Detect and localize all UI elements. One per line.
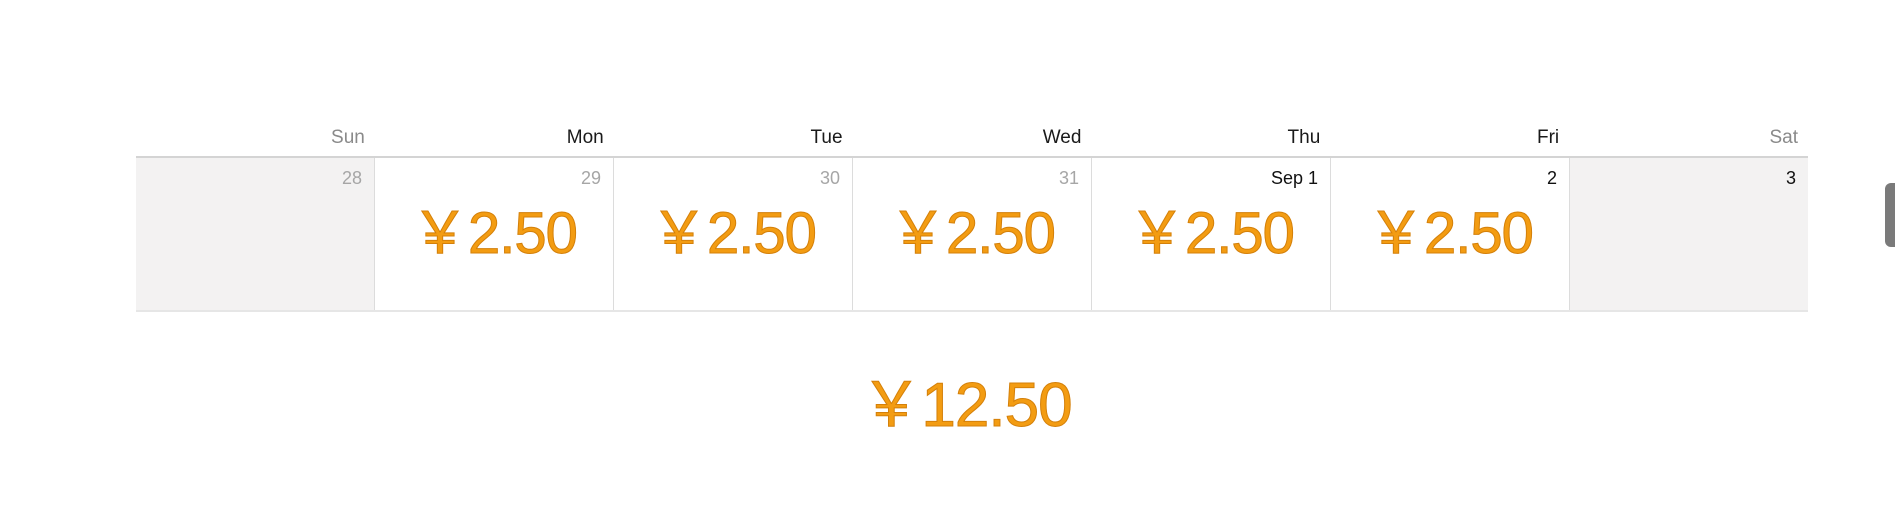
day-cells-row: 28 29 ￥2.50 30 ￥2.50 31 ￥2.50 Sep 1 ￥2.5… — [136, 158, 1808, 312]
calendar-week-view: Sun Mon Tue Wed Thu Fri Sat 28 29 ￥2.50 … — [0, 0, 1895, 505]
day-amount: ￥2.50 — [650, 201, 818, 266]
day-cell-sun[interactable]: 28 — [136, 158, 375, 310]
week-total-amount: ￥12.50 — [860, 371, 1073, 441]
day-cell-sat[interactable]: 3 — [1570, 158, 1808, 310]
day-cell-tue[interactable]: 30 ￥2.50 — [614, 158, 853, 310]
date-label-current: Sep 1 — [1270, 168, 1318, 188]
weekday-header-sat: Sat — [1769, 127, 1799, 148]
date-label: 3 — [1785, 168, 1796, 188]
weekday-header-sun: Sun — [331, 127, 365, 148]
weekday-header-tue: Tue — [810, 127, 843, 148]
date-label: 2 — [1546, 168, 1557, 188]
date-label: 28 — [341, 168, 362, 188]
weekday-header-fri: Fri — [1537, 127, 1560, 148]
date-label: 30 — [819, 168, 840, 188]
day-cell-thu[interactable]: Sep 1 ￥2.50 — [1092, 158, 1331, 310]
date-label: 29 — [580, 168, 601, 188]
day-cell-mon[interactable]: 29 ￥2.50 — [375, 158, 614, 310]
day-cell-wed[interactable]: 31 ￥2.50 — [853, 158, 1092, 310]
scroll-handle[interactable] — [1885, 183, 1895, 247]
weekday-header-wed: Wed — [1042, 127, 1082, 148]
day-cell-fri[interactable]: 2 ￥2.50 — [1331, 158, 1570, 310]
date-label: 31 — [1058, 168, 1079, 188]
day-amount: ￥2.50 — [889, 201, 1057, 266]
weekday-header-thu: Thu — [1287, 127, 1321, 148]
week-grid: Sun Mon Tue Wed Thu Fri Sat 28 29 ￥2.50 … — [136, 120, 1808, 312]
weekday-header-mon: Mon — [566, 127, 604, 148]
day-amount: ￥2.50 — [411, 201, 579, 266]
day-amount: ￥2.50 — [1128, 201, 1296, 266]
day-amount: ￥2.50 — [1367, 201, 1535, 266]
weekday-header-row: Sun Mon Tue Wed Thu Fri Sat — [136, 120, 1808, 158]
